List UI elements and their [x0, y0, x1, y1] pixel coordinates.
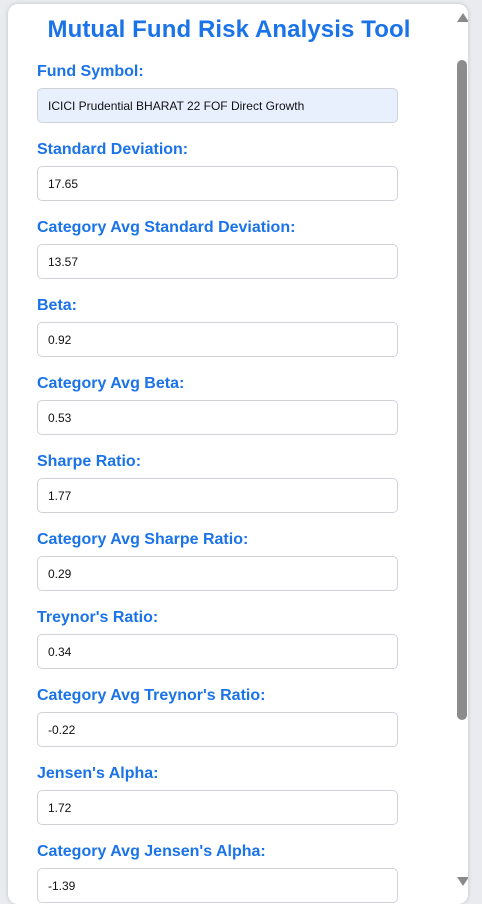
fund-symbol-input[interactable]: ICICI Prudential BHARAT 22 FOF Direct Gr…: [37, 88, 398, 123]
fund-symbol-field: Fund Symbol: ICICI Prudential BHARAT 22 …: [37, 62, 398, 123]
beta-field: Beta: 0.92: [37, 296, 398, 357]
standard-deviation-label: Standard Deviation:: [37, 141, 189, 158]
category-avg-sharpe-ratio-input[interactable]: 0.29: [37, 556, 398, 591]
fund-symbol-label: Fund Symbol:: [37, 63, 144, 80]
sharpe-ratio-input[interactable]: 1.77: [37, 478, 398, 513]
treynor-ratio-input[interactable]: 0.34: [37, 634, 398, 669]
standard-deviation-input[interactable]: 17.65: [37, 166, 398, 201]
category-avg-treynor-ratio-input[interactable]: -0.22: [37, 712, 398, 747]
beta-label: Beta:: [37, 297, 78, 314]
category-avg-beta-input[interactable]: 0.53: [37, 400, 398, 435]
sharpe-ratio-label: Sharpe Ratio:: [37, 453, 142, 470]
category-avg-beta-field: Category Avg Beta: 0.53: [37, 374, 398, 435]
category-avg-treynor-ratio-field: Category Avg Treynor's Ratio: -0.22: [37, 686, 398, 747]
category-avg-jensens-alpha-field: Category Avg Jensen's Alpha: -1.39: [37, 842, 398, 903]
treynor-ratio-field: Treynor's Ratio: 0.34: [37, 608, 398, 669]
category-avg-beta-label: Category Avg Beta:: [37, 375, 185, 392]
category-avg-treynor-ratio-label: Category Avg Treynor's Ratio:: [37, 687, 266, 704]
standard-deviation-field: Standard Deviation: 17.65: [37, 140, 398, 201]
category-avg-sharpe-ratio-field: Category Avg Sharpe Ratio: 0.29: [37, 530, 398, 591]
scrollbar-thumb[interactable]: [457, 60, 467, 720]
category-avg-sharpe-ratio-label: Category Avg Sharpe Ratio:: [37, 531, 249, 548]
category-avg-jensens-alpha-input[interactable]: -1.39: [37, 868, 398, 903]
treynor-ratio-label: Treynor's Ratio:: [37, 609, 159, 626]
risk-analysis-form: Mutual Fund Risk Analysis Tool Fund Symb…: [8, 4, 468, 904]
beta-input[interactable]: 0.92: [37, 322, 398, 357]
scroll-up-arrow-icon[interactable]: [457, 13, 468, 22]
category-avg-standard-deviation-field: Category Avg Standard Deviation: 13.57: [37, 218, 398, 279]
vertical-scrollbar[interactable]: [454, 4, 468, 904]
jensens-alpha-field: Jensen's Alpha: 1.72: [37, 764, 398, 825]
jensens-alpha-label: Jensen's Alpha:: [37, 765, 159, 782]
sharpe-ratio-field: Sharpe Ratio: 1.77: [37, 452, 398, 513]
category-avg-standard-deviation-input[interactable]: 13.57: [37, 244, 398, 279]
page-title: Mutual Fund Risk Analysis Tool: [47, 16, 411, 43]
category-avg-standard-deviation-label: Category Avg Standard Deviation:: [37, 219, 296, 236]
scroll-down-arrow-icon[interactable]: [457, 877, 468, 886]
jensens-alpha-input[interactable]: 1.72: [37, 790, 398, 825]
category-avg-jensens-alpha-label: Category Avg Jensen's Alpha:: [37, 843, 266, 860]
